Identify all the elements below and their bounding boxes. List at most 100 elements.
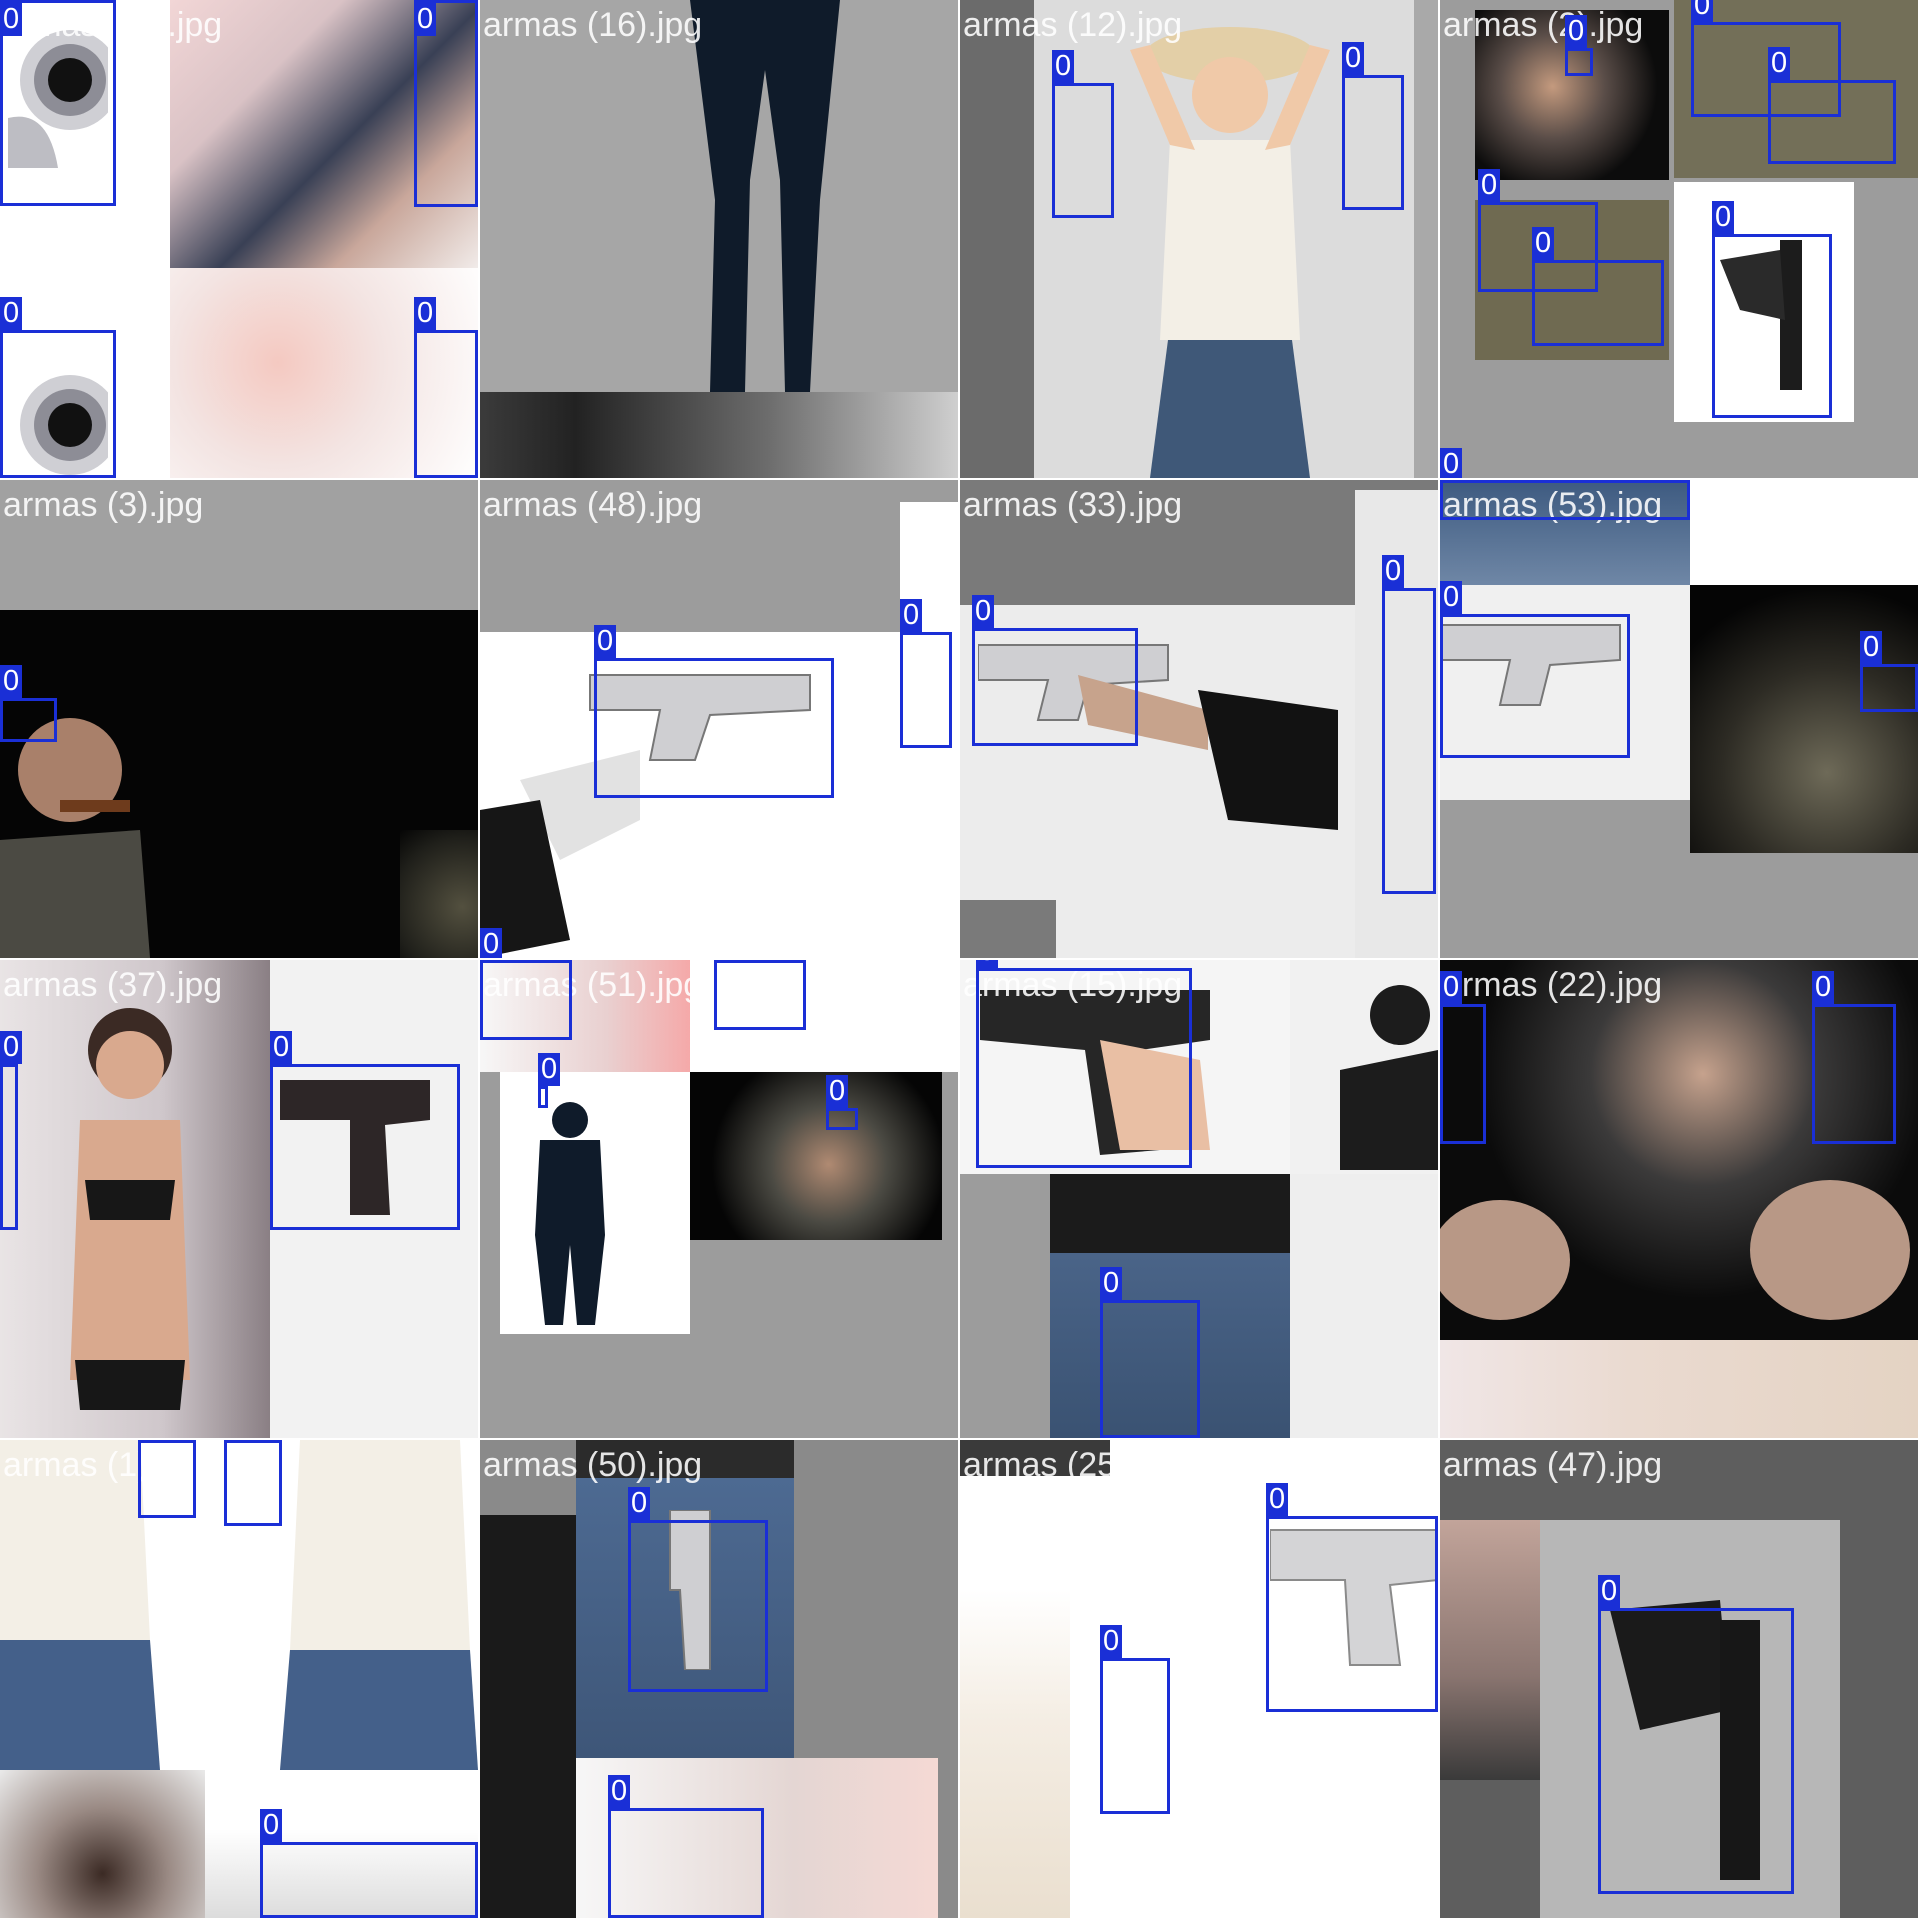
class-label: 0	[1100, 1267, 1123, 1300]
hands-image	[1440, 1140, 1918, 1340]
class-label: 0	[1565, 15, 1588, 48]
tile-armas-2: armas (2).jpg 0 0 0 0 0 0 0	[1440, 0, 1918, 478]
bounding-box: 0	[1768, 47, 1896, 164]
class-label: 0	[270, 1031, 293, 1064]
tile-armas-12: armas (12).jpg 0 0	[960, 0, 1438, 478]
tile-armas-25: armas (25).jpg 0 0	[960, 1440, 1438, 1918]
dark-pad	[960, 0, 1034, 478]
right-photo	[1290, 1174, 1438, 1438]
bounding-box: 0	[900, 599, 952, 748]
dark-photo-strip	[480, 392, 958, 478]
class-label: 0	[1052, 50, 1075, 83]
bounding-box: 0	[0, 1031, 23, 1230]
class-label: 0	[976, 960, 999, 968]
bounding-box: 0	[414, 0, 478, 207]
bounding-box: 0	[0, 665, 57, 742]
class-label: 0	[0, 3, 23, 36]
tile-filename: armas (48).jpg	[483, 486, 703, 524]
class-label: 0	[1691, 0, 1714, 22]
class-label: 0	[1812, 971, 1835, 1004]
bounding-box: 0	[260, 1809, 478, 1918]
class-label: 0	[608, 1775, 631, 1808]
bounding-box: 0	[1812, 971, 1896, 1144]
bounding-box: 0	[1440, 480, 1690, 520]
faded-cowgirl-photo	[960, 1590, 1070, 1918]
woman-figure-image	[1110, 10, 1350, 478]
woman-portrait-photo	[0, 1770, 205, 1918]
class-label: 0	[1478, 169, 1501, 202]
tile-armas-1: armas (1).jpg 0 0 0	[0, 1440, 478, 1918]
dark-side-photo	[480, 1515, 576, 1918]
bounding-box: 0	[1712, 201, 1832, 418]
legs-silhouette-photo	[1690, 480, 1918, 585]
tile-armas-16: armas (16).jpg	[480, 0, 958, 478]
bounding-box: 0	[138, 1440, 196, 1518]
bounding-box: 0	[1052, 50, 1114, 218]
bounding-box: 0	[1440, 971, 1486, 1144]
shoulder-right-image	[400, 830, 478, 958]
skin-strip	[1440, 1340, 1918, 1438]
class-label: 0	[1712, 201, 1735, 234]
class-label: 0	[260, 1809, 283, 1842]
police-figure-image	[525, 1095, 615, 1325]
bounding-box: 0	[628, 1487, 768, 1692]
tile-armas-33: armas (33).jpg 0 0	[960, 480, 1438, 958]
class-label: 0	[594, 625, 617, 658]
bounding-box: 0	[714, 960, 806, 1030]
class-label: 0	[1100, 1625, 1123, 1658]
bounding-box: 0	[0, 297, 116, 478]
class-label: 0	[414, 297, 437, 330]
blurred-face-photo	[1440, 1520, 1540, 1780]
tile-armas-51: armas (51).jpg 0 0 0 0	[480, 960, 958, 1438]
bounding-box: 0	[1266, 1483, 1438, 1712]
tile-armas-48: armas (48).jpg 0 0 0	[480, 480, 958, 958]
bounding-box: 0	[0, 0, 116, 206]
bounding-box: 0	[480, 960, 572, 1040]
mosaic-grid: armas (49).jpg 0 0 0 0 armas (16).jpg ar…	[0, 0, 1920, 1920]
class-label: 0	[1440, 448, 1463, 478]
class-label: 0	[0, 665, 23, 698]
class-label: 0	[972, 595, 995, 628]
bounding-box: 0	[608, 1775, 764, 1918]
bounding-box: 0	[1440, 581, 1630, 758]
woman-figure-image	[30, 980, 230, 1438]
class-label: 0	[480, 928, 503, 958]
tile-armas-53: armas (53).jpg 0 0 0	[1440, 480, 1918, 958]
silhouette-legs-image	[690, 0, 840, 392]
tile-armas-47: armas (47).jpg 0	[1440, 1440, 1918, 1918]
class-label: 0	[1598, 1575, 1621, 1608]
bounding-box: 0	[1860, 631, 1918, 712]
tile-armas-15: armas (15).jpg 0 0	[960, 960, 1438, 1438]
class-label: 0	[1266, 1483, 1289, 1516]
bounding-box: 0	[1532, 227, 1664, 346]
bounding-box: 0	[224, 1440, 282, 1526]
tile-armas-22: armas (22).jpg 0 0	[1440, 960, 1918, 1438]
masked-figure-image	[1340, 970, 1438, 1170]
class-label: 0	[1440, 581, 1463, 614]
bounding-box: 0	[972, 595, 1138, 746]
bounding-box: 0	[1598, 1575, 1794, 1894]
dark-gunman-photo	[1690, 585, 1918, 853]
bounding-box: 0	[1100, 1267, 1200, 1438]
bounding-box: 0	[414, 297, 478, 478]
class-label: 0	[414, 3, 437, 36]
bounding-box: 0	[1342, 42, 1404, 210]
bounding-box: 0	[1382, 555, 1436, 894]
class-label: 0	[1860, 631, 1883, 664]
tile-armas-37: armas (37).jpg 0 0	[0, 960, 478, 1438]
bounding-box: 0	[594, 625, 834, 798]
bounding-box: 0	[538, 1053, 561, 1108]
class-label: 0	[1532, 227, 1555, 260]
tile-filename: armas (33).jpg	[963, 486, 1183, 524]
tile-armas-3: armas (3).jpg 0	[0, 480, 478, 958]
dark-pad	[960, 900, 1056, 958]
class-label: 0	[0, 297, 23, 330]
bounding-box: 0	[976, 960, 1192, 1168]
class-label: 0	[1440, 971, 1463, 1004]
class-label: 0	[900, 599, 923, 632]
class-label: 0	[538, 1053, 561, 1086]
class-label: 0	[1382, 555, 1405, 588]
bounding-box: 0	[1565, 15, 1593, 76]
bounding-box: 0	[826, 1075, 858, 1130]
man-cigar-photo	[690, 1072, 942, 1240]
